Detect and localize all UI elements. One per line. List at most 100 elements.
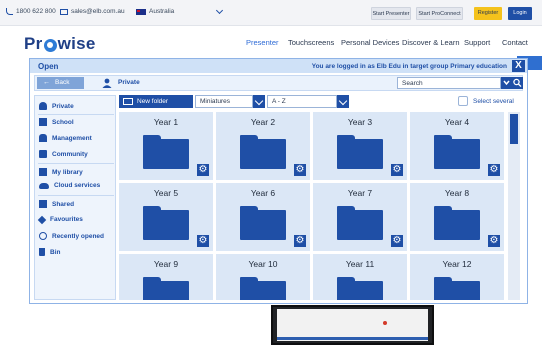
sidebar-item-private[interactable]: Private [39,102,74,110]
back-button[interactable]: ← Back [37,77,84,89]
gear-icon[interactable]: ⚙ [391,235,403,247]
nav-touchscreens[interactable]: Touchscreens [288,38,334,47]
phone-contact[interactable]: 1800 622 800 [6,8,56,15]
folder-name: Year 3 [347,117,373,127]
start-proconnect-button[interactable]: Start ProConnect [416,7,463,20]
clock-icon [39,232,47,240]
sidebar-item-my-library[interactable]: My library [39,168,83,176]
folder-name: Year 4 [444,117,470,127]
email-contact[interactable]: sales@elb.com.au [60,8,125,15]
view-mode-select[interactable]: Miniatures [195,95,253,108]
folder-tile-year-12[interactable]: Year 12 [410,254,504,300]
folder-name: Year 11 [345,259,375,269]
nav-presenter[interactable]: Presenter [246,38,279,47]
close-button[interactable]: X [512,60,525,72]
mail-icon [60,8,68,15]
sidebar-item-recently-opened[interactable]: Recently opened [39,232,104,240]
folder-tile-year-1[interactable]: Year 1 ⚙ [119,112,213,180]
folder-icon [143,135,189,169]
nav-support[interactable]: Support [464,38,490,47]
nav-discover-learn[interactable]: Discover & Learn [402,38,460,47]
folder-icon [240,277,286,300]
folder-grid: Year 1 ⚙ Year 2 ⚙ Year 3 ⚙ Year 4 ⚙ Year… [119,112,507,300]
folder-plus-icon [123,98,133,105]
main-header: Pr wise Presenter Touchscreens Personal D… [0,26,542,56]
logo-text-start: Pr [24,34,43,53]
select-several-checkbox[interactable] [458,96,468,106]
folder-name: Year 12 [442,259,472,269]
phone-number[interactable]: 1800 622 800 [16,8,56,15]
breadcrumb[interactable]: Private [118,79,140,86]
sidebar-item-label: Bin [50,248,61,256]
sidebar-divider [38,195,114,196]
sidebar-item-community[interactable]: Community [39,150,88,158]
gear-icon[interactable]: ⚙ [197,235,209,247]
sort-dropdown-button[interactable] [337,95,349,108]
chevron-down-icon [503,80,510,86]
gear-icon[interactable]: ⚙ [197,164,209,176]
country-selector[interactable]: Australia [136,6,224,15]
touchscreen-device-image [271,305,434,345]
login-button[interactable]: Login [508,7,532,20]
folder-name: Year 1 [153,117,179,127]
heart-icon [37,215,47,224]
view-mode-dropdown-button[interactable] [253,95,265,108]
sidebar-item-shared[interactable]: Shared [39,200,74,208]
gear-icon[interactable]: ⚙ [391,164,403,176]
folder-tile-year-8[interactable]: Year 8 ⚙ [410,183,504,251]
nav-personal-devices[interactable]: Personal Devices [341,38,399,47]
new-folder-button[interactable]: New folder [119,95,193,108]
folder-tile-year-10[interactable]: Year 10 [216,254,310,300]
sidebar-item-label: Shared [52,200,75,208]
folder-tile-year-5[interactable]: Year 5 ⚙ [119,183,213,251]
sidebar-divider [38,163,114,164]
search-input[interactable]: Search [397,77,501,89]
folder-icon [434,277,480,300]
scrollbar-thumb[interactable] [510,114,518,144]
sort-select[interactable]: A - Z [267,95,337,108]
dialog-header: Open You are logged in as Elb Edu in tar… [30,59,527,73]
chevron-down-icon[interactable] [216,6,224,14]
folder-icon [337,277,383,300]
folder-tile-year-9[interactable]: Year 9 [119,254,213,300]
register-button[interactable]: Register [474,7,502,20]
folder-tile-year-11[interactable]: Year 11 [313,254,407,300]
prowise-logo[interactable]: Pr wise [24,34,96,54]
folder-tile-year-3[interactable]: Year 3 ⚙ [313,112,407,180]
sidebar-item-label: School [52,118,74,126]
grid-scrollbar[interactable] [508,112,520,300]
search-button[interactable] [512,77,523,89]
email-address[interactable]: sales@elb.com.au [71,8,125,15]
sidebar-item-favourites[interactable]: Favourites [37,215,83,224]
sidebar-item-management[interactable]: Management [39,134,92,142]
sidebar-item-school[interactable]: School [39,118,74,126]
person-icon [39,102,47,110]
search-dropdown-button[interactable] [501,77,512,89]
device-taskbar [277,337,428,340]
start-presenter-button[interactable]: Start Presenter [371,7,411,20]
folder-icon [434,206,480,240]
sidebar-item-cloud-services[interactable]: Cloud services [39,182,100,189]
folder-tile-year-4[interactable]: Year 4 ⚙ [410,112,504,180]
gear-icon[interactable]: ⚙ [294,164,306,176]
share-icon [39,200,47,208]
gear-icon[interactable]: ⚙ [294,235,306,247]
sidebar-item-label: My library [52,168,83,176]
search-icon [513,78,522,88]
community-icon [39,150,47,158]
gear-icon[interactable]: ⚙ [488,235,500,247]
folder-tile-year-7[interactable]: Year 7 ⚙ [313,183,407,251]
folder-name: Year 5 [153,188,179,198]
folder-icon [143,277,189,300]
folder-tile-year-6[interactable]: Year 6 ⚙ [216,183,310,251]
select-several-label: Select several [473,98,514,105]
folder-tile-year-2[interactable]: Year 2 ⚙ [216,112,310,180]
logo-text-end: wise [57,34,96,53]
sidebar-item-label: Community [52,150,88,158]
gear-icon[interactable]: ⚙ [488,164,500,176]
flag-icon [136,8,146,15]
sidebar-divider [38,114,114,115]
back-label: Back [55,79,70,86]
nav-contact[interactable]: Contact [502,38,528,47]
sidebar-item-bin[interactable]: Bin [39,248,60,256]
